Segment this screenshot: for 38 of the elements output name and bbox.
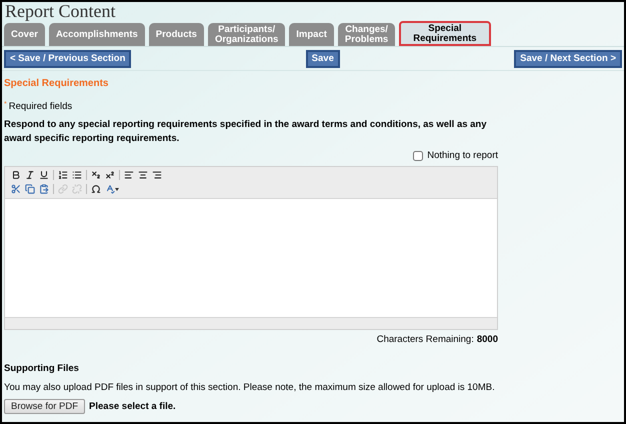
instructions-text: Respond to any special reporting requirements specified in the award terms and conditions, as well as any award specific reporting requirements. (4, 118, 488, 146)
characters-remaining-count: 8000 (476, 332, 498, 346)
required-fields-note: Required fields (8, 100, 72, 114)
spellcheck-icon[interactable] (105, 184, 115, 194)
underline-icon[interactable] (39, 170, 49, 180)
page-title: Report Content (4, 2, 116, 20)
tab[interactable]: Products (148, 23, 204, 46)
bold-icon[interactable] (11, 170, 21, 180)
align-right-icon[interactable] (152, 170, 162, 180)
tab[interactable]: Changes/ Problems (338, 23, 396, 46)
save-button[interactable]: Save (306, 50, 340, 68)
supporting-files-note: You may also upload PDF files in support of this section. Please note, the maximum size allowed for upload is 10MB. (4, 381, 496, 395)
caret-icon[interactable] (115, 188, 119, 190)
paste-icon[interactable] (39, 184, 49, 194)
omega-icon[interactable] (91, 184, 101, 194)
nothing-to-report-checkbox[interactable] (413, 151, 424, 162)
supporting-files-heading: Supporting Files (4, 362, 80, 376)
bulleted-list-icon[interactable] (72, 170, 82, 180)
tab[interactable]: Impact (289, 23, 334, 46)
nothing-to-report-label: Nothing to report (427, 149, 498, 164)
tab[interactable]: Special Requirements (399, 21, 491, 46)
tab[interactable]: Accomplishments (48, 23, 145, 46)
align-center-icon[interactable] (138, 170, 148, 180)
tab[interactable]: Cover (4, 23, 45, 46)
next-section-button[interactable]: Save / Next Section > (514, 50, 622, 68)
superscript-icon[interactable] (105, 170, 115, 180)
browse-button[interactable]: Browse for PDF (4, 399, 86, 414)
align-left-icon[interactable] (124, 170, 134, 180)
tab[interactable]: Participants/ Organizations (208, 23, 286, 46)
section-heading: Special Requirements (4, 77, 110, 91)
previous-section-button[interactable]: < Save / Previous Section (4, 50, 132, 68)
subscript-icon[interactable] (91, 170, 101, 180)
numbered-list-icon[interactable] (58, 170, 68, 180)
italic-icon[interactable] (25, 170, 35, 180)
characters-remaining-label: Characters Remaining: (376, 332, 474, 346)
scissors-icon[interactable] (11, 184, 21, 194)
copy-icon[interactable] (25, 184, 35, 194)
file-status: Please select a file. (89, 400, 176, 414)
